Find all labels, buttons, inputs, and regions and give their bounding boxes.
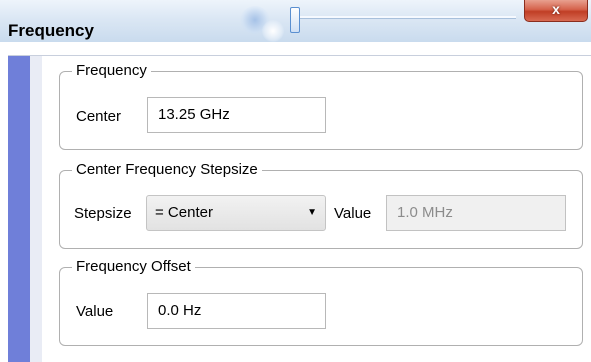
frequency-group-legend: Frequency: [72, 62, 151, 79]
stepsize-value-label: Value: [334, 205, 372, 222]
center-frequency-input[interactable]: 13.25 GHz: [147, 97, 326, 133]
sidebar-shadow: [30, 56, 42, 362]
window-title-bar[interactable]: x Frequency: [0, 0, 591, 42]
chevron-down-icon: ▼: [307, 207, 317, 218]
stepsize-value-input[interactable]: 1.0 MHz: [386, 195, 566, 231]
frequency-offset-group-legend: Frequency Offset: [72, 258, 195, 275]
title-bar-glow: [262, 20, 284, 42]
stepsize-group-legend: Center Frequency Stepsize: [72, 161, 262, 178]
stepsize-label: Stepsize: [74, 205, 132, 222]
center-label: Center: [76, 108, 122, 125]
offset-value-label: Value: [76, 303, 114, 320]
close-button[interactable]: x: [524, 0, 588, 22]
stepsize-dropdown[interactable]: = Center ▼: [146, 195, 326, 231]
transparency-slider-track[interactable]: [300, 16, 516, 19]
frequency-offset-input[interactable]: 0.0 Hz: [147, 293, 326, 329]
sidebar-accent: [8, 56, 30, 362]
close-icon: x: [552, 1, 560, 17]
transparency-slider-handle[interactable]: [290, 7, 300, 33]
window-title: Frequency: [8, 21, 94, 40]
stepsize-dropdown-value: = Center: [155, 204, 213, 221]
divider: [8, 55, 591, 56]
